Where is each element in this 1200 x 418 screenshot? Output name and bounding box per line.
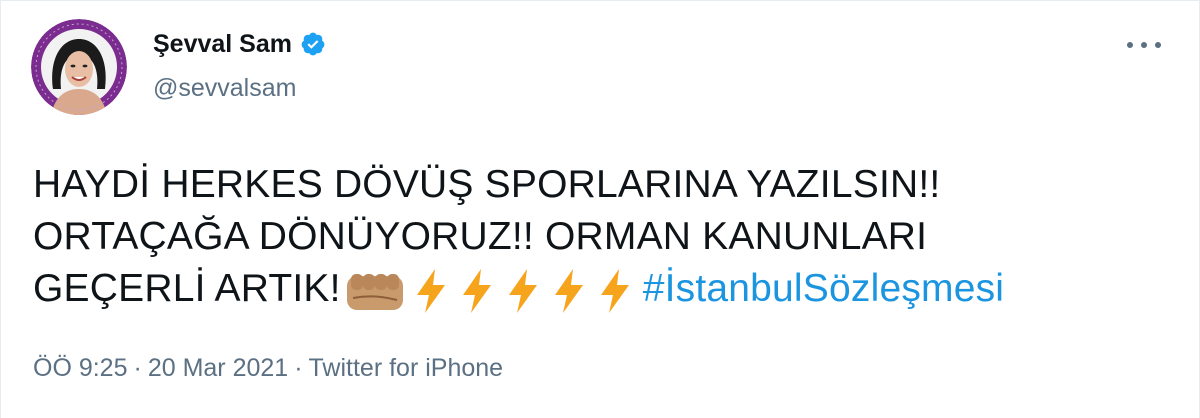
high-voltage-icon [411,267,451,315]
meta-separator: · [294,354,303,382]
tweet-meta: ÖÖ 9:25 · 20 Mar 2021 · Twitter for iPhone [33,353,503,383]
hashtag-link[interactable]: #İstanbulSözleşmesi [643,267,1004,310]
tweet-text-segment: GEÇERLİ ARTIK! [33,267,341,310]
tweet-source-link[interactable]: Twitter for iPhone [309,354,504,382]
author-name-row[interactable]: Şevval Sam [153,29,326,59]
tweet-text: HAYDİ HERKES DÖVÜŞ SPORLARINA YAZILSIN!!… [33,159,1163,315]
more-options-icon[interactable] [1127,35,1161,55]
author-handle[interactable]: @sevvalsam [153,73,296,103]
high-voltage-icon [595,267,635,315]
emoji-row [345,267,635,315]
author-display-name[interactable]: Şevval Sam [153,29,292,59]
oncoming-fist-icon [345,268,405,314]
tweet-text-line-last: GEÇERLİ ARTIK! #İstanbulSözleşmesi [33,263,1163,315]
meta-separator: · [133,354,142,382]
high-voltage-icon [457,267,497,315]
tweet-card: Şevval Sam @sevvalsam HAYDİ HERKES DÖVÜŞ… [0,0,1200,418]
high-voltage-icon [503,267,543,315]
avatar-image [31,19,127,115]
avatar[interactable] [31,19,127,115]
high-voltage-icon [549,267,589,315]
tweet-date[interactable]: 20 Mar 2021 [148,354,288,382]
tweet-text-line: ORTAÇAĞA DÖNÜYORUZ!! ORMAN KANUNLARI [33,215,928,258]
verified-badge-icon [300,31,326,57]
tweet-time[interactable]: ÖÖ 9:25 [33,354,128,382]
tweet-text-line: HAYDİ HERKES DÖVÜŞ SPORLARINA YAZILSIN!! [33,163,941,206]
